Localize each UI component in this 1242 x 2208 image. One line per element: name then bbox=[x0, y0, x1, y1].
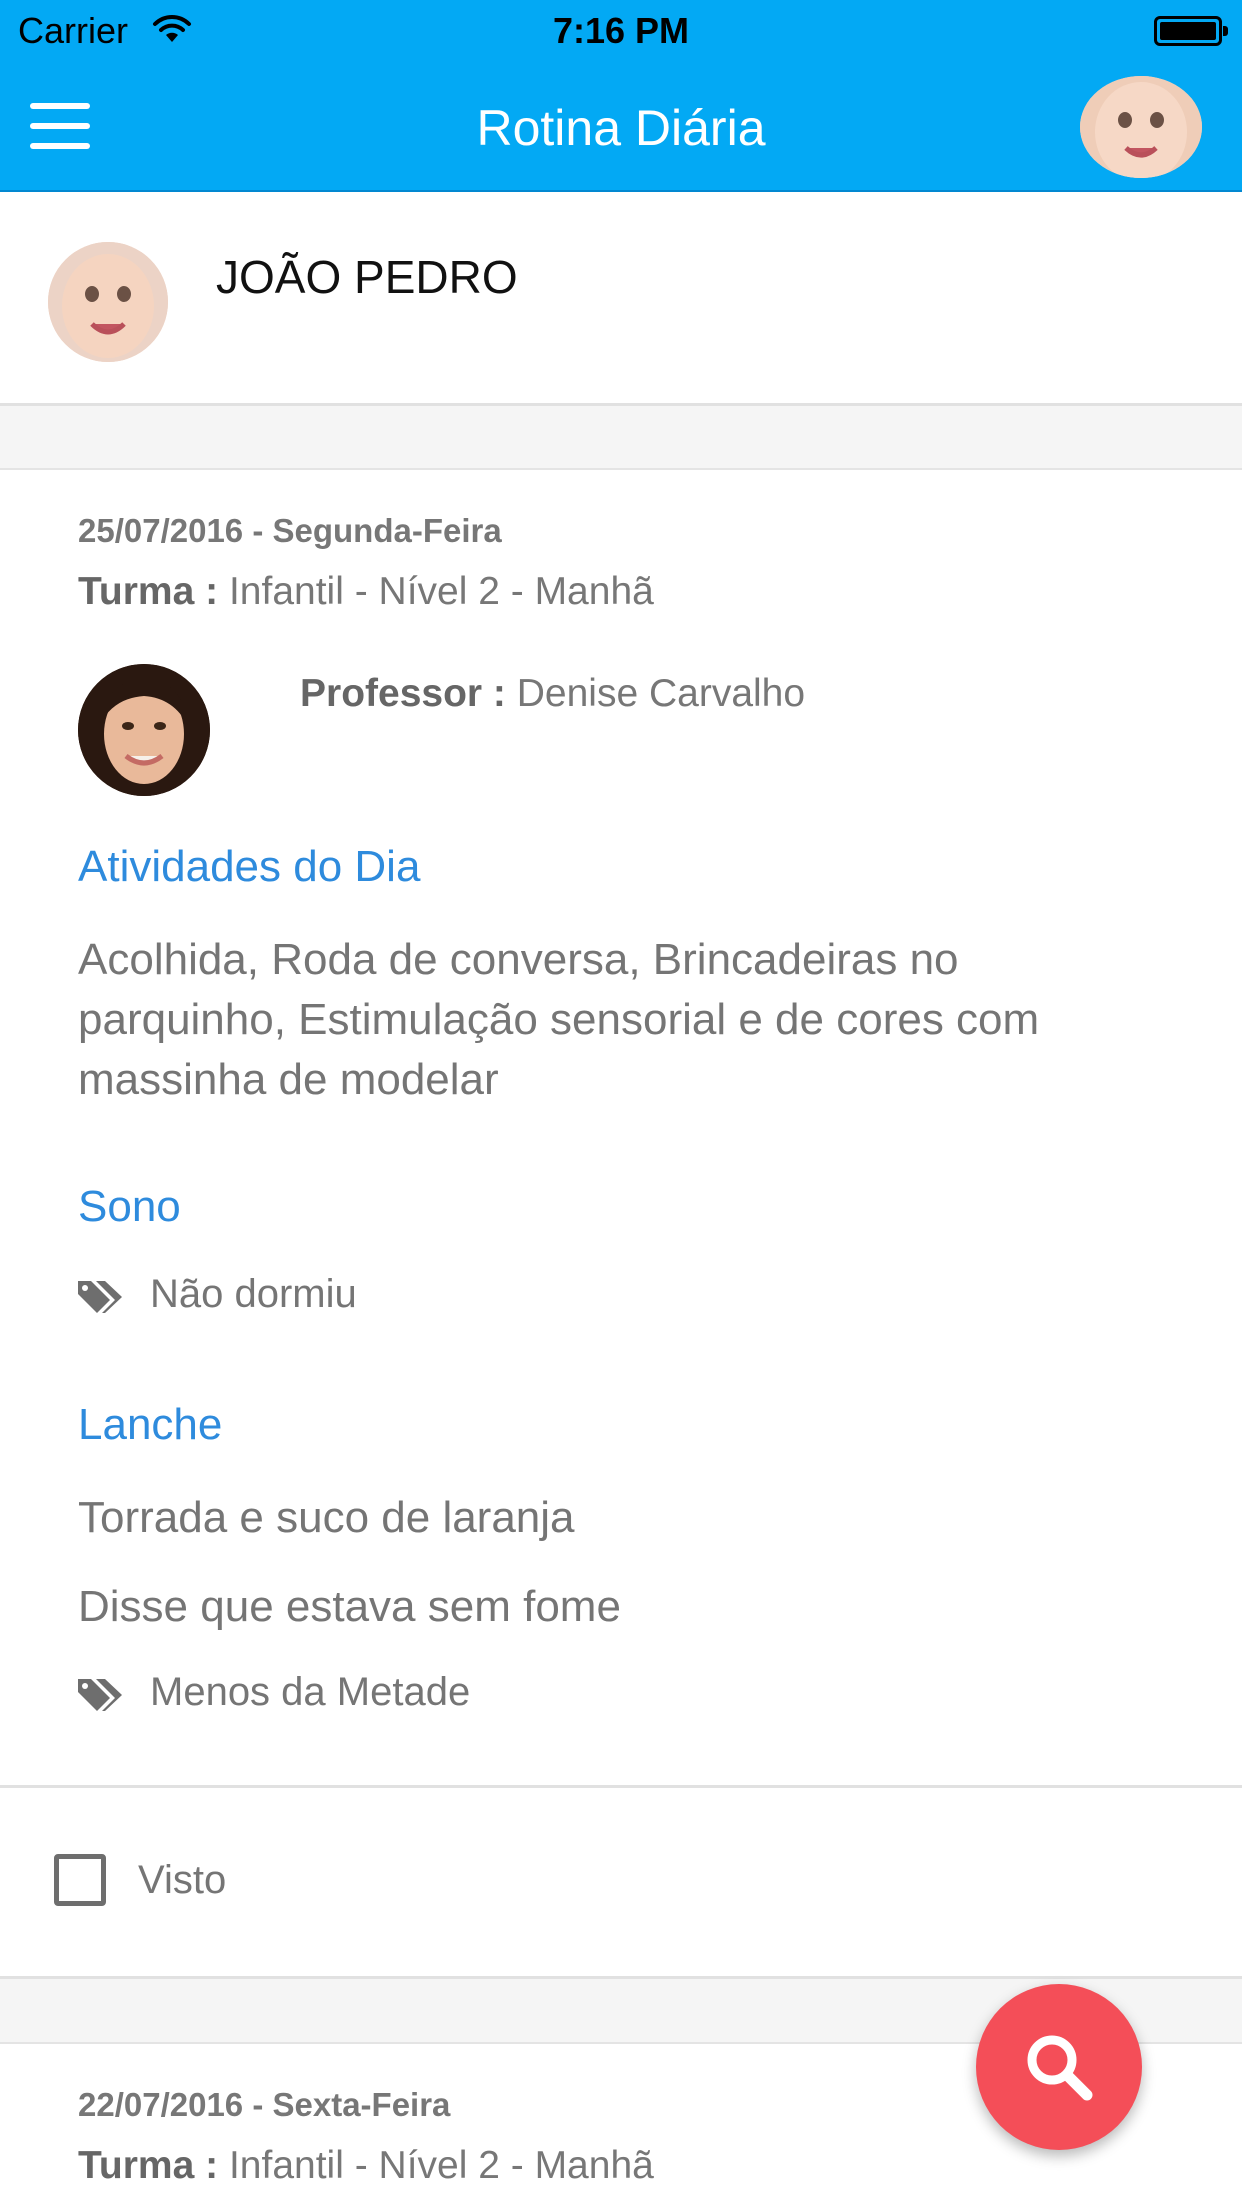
seen-checkbox[interactable] bbox=[54, 1854, 106, 1906]
clock: 7:16 PM bbox=[552, 10, 690, 51]
teacher-avatar bbox=[78, 664, 210, 796]
class-label: Turma : bbox=[78, 2144, 219, 2187]
teacher-label: Professor : bbox=[300, 672, 506, 715]
student-name: JOÃO PEDRO bbox=[216, 251, 518, 303]
section-divider bbox=[0, 406, 1242, 470]
class-value: Infantil - Nível 2 - Manhã bbox=[228, 570, 654, 613]
page-title: Rotina Diária bbox=[476, 100, 766, 156]
entry-class: Turma : Infantil - Nível 2 - Manhã bbox=[78, 2144, 654, 2188]
class-value: Infantil - Nível 2 - Manhã bbox=[228, 2144, 654, 2187]
snack-text: Torrada e suco de laranja bbox=[78, 1493, 575, 1542]
entry-date: 22/07/2016 - Sexta-Feira bbox=[78, 2086, 451, 2123]
status-bar: Carrier 7:16 PM bbox=[0, 0, 1242, 63]
tags-icon bbox=[78, 1679, 122, 1711]
teacher-name: Denise Carvalho bbox=[516, 672, 806, 715]
battery-icon bbox=[1154, 16, 1228, 46]
tags-icon bbox=[78, 1281, 122, 1313]
routine-card: 25/07/2016 - Segunda-Feira Turma : Infan… bbox=[0, 472, 1242, 1788]
profile-avatar[interactable] bbox=[1080, 76, 1202, 178]
snack-note: Disse que estava sem fome bbox=[78, 1582, 621, 1631]
sleep-title: Sono bbox=[78, 1182, 181, 1231]
app-header: Rotina Diária bbox=[0, 63, 1242, 192]
entry-date: 25/07/2016 - Segunda-Feira bbox=[78, 512, 502, 549]
teacher-info: Professor : Denise Carvalho bbox=[300, 672, 805, 716]
seen-row: Visto bbox=[0, 1790, 1242, 1976]
search-icon bbox=[1027, 2035, 1093, 2101]
snack-title: Lanche bbox=[78, 1400, 223, 1449]
seen-label[interactable]: Visto bbox=[138, 1858, 226, 1903]
search-fab-button[interactable] bbox=[976, 1984, 1142, 2150]
sleep-tag-text: Não dormiu bbox=[150, 1272, 357, 1316]
activities-text: Acolhida, Roda de conversa, Brincadeiras… bbox=[78, 935, 1040, 1104]
snack-tag-text: Menos da Metade bbox=[150, 1670, 471, 1714]
student-header[interactable]: JOÃO PEDRO bbox=[0, 192, 1242, 406]
class-label: Turma : bbox=[78, 570, 219, 613]
entry-class: Turma : Infantil - Nível 2 - Manhã bbox=[78, 570, 654, 614]
student-avatar bbox=[48, 242, 168, 362]
activities-title: Atividades do Dia bbox=[78, 842, 421, 891]
